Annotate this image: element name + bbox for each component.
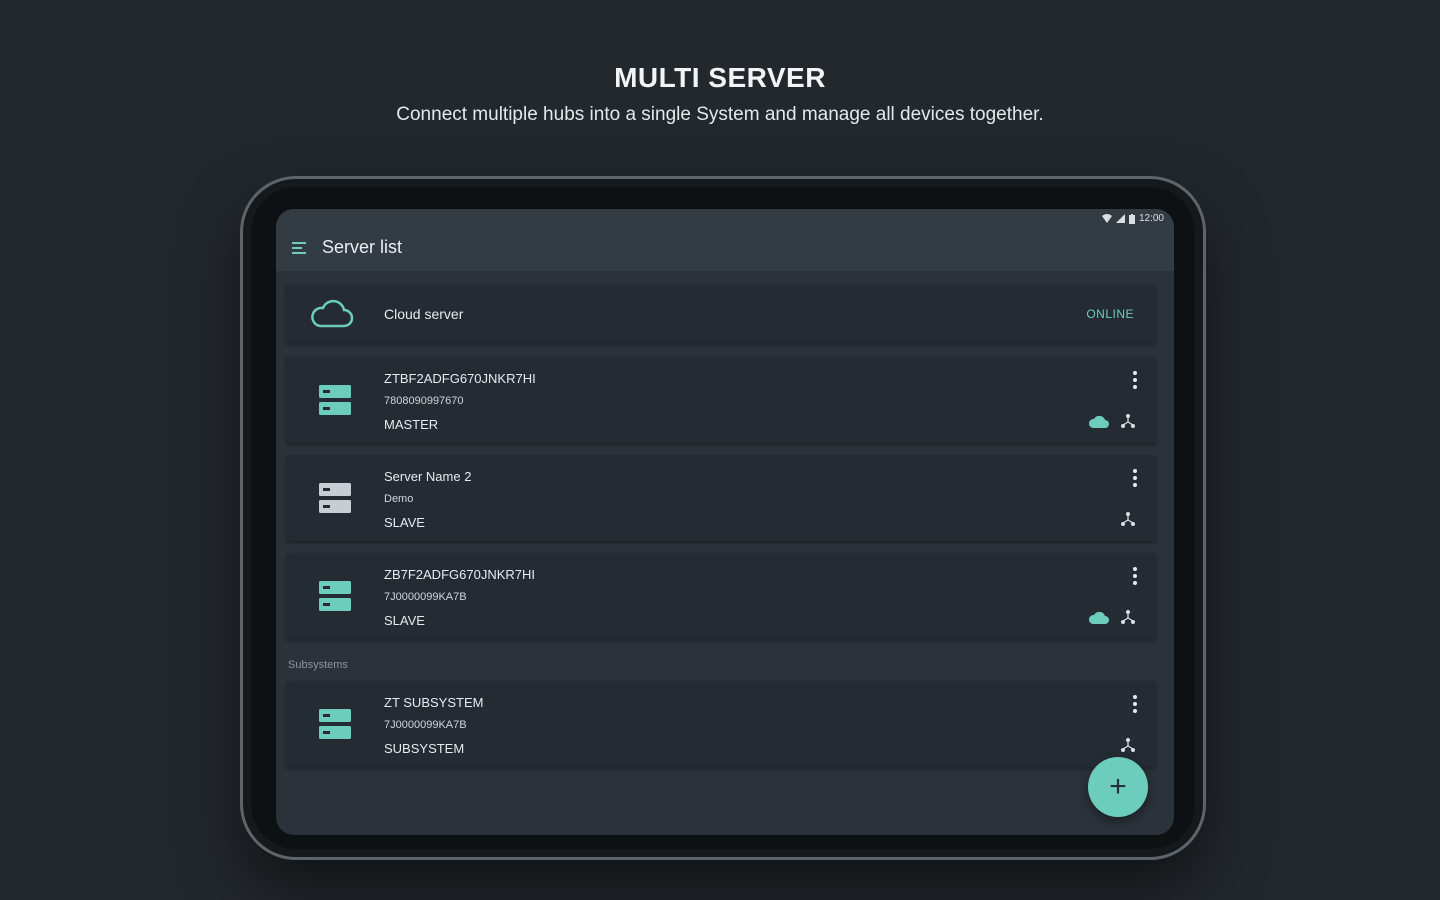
- server-id: 7J0000099KA7B: [384, 591, 467, 603]
- app-bar: 12:00 Server list: [276, 209, 1174, 271]
- subsystem-name: ZT SUBSYSTEM: [384, 695, 484, 710]
- server-icon: [319, 483, 351, 513]
- cloud-server-card[interactable]: Cloud server ONLINE: [286, 285, 1156, 343]
- battery-icon: [1128, 213, 1135, 224]
- page-title: Server list: [322, 237, 403, 257]
- status-time: 12:00: [1138, 213, 1164, 224]
- signal-icon: [1115, 214, 1125, 223]
- server-row[interactable]: Server Name 2 Demo SLAVE: [286, 455, 1156, 541]
- server-name: ZTBF2ADFG670JNKR7HI: [384, 371, 536, 386]
- cloud-connected-icon: [1088, 415, 1109, 428]
- promo-title: MULTI SERVER: [614, 62, 826, 93]
- more-options-icon[interactable]: [1132, 695, 1138, 715]
- server-name: Server Name 2: [384, 469, 472, 484]
- wifi-icon: [1101, 214, 1112, 223]
- cloud-icon: [311, 299, 354, 328]
- network-hub-icon: [1121, 414, 1135, 428]
- status-bar: 12:00: [1101, 213, 1164, 224]
- server-icon: [319, 581, 351, 611]
- network-hub-icon: [1121, 610, 1135, 624]
- server-role: SLAVE: [384, 613, 425, 628]
- server-id: Demo: [384, 493, 414, 505]
- server-role: SLAVE: [384, 515, 425, 530]
- menu-icon[interactable]: [290, 239, 308, 257]
- subsystem-role: SUBSYSTEM: [384, 741, 465, 756]
- network-hub-icon: [1121, 738, 1135, 752]
- subsystem-id: 7J0000099KA7B: [384, 719, 467, 731]
- cloud-server-label: Cloud server: [384, 306, 464, 322]
- promo-subtitle: Connect multiple hubs into a single Syst…: [396, 104, 1044, 125]
- more-options-icon[interactable]: [1132, 469, 1138, 489]
- status-badge: ONLINE: [1086, 307, 1134, 321]
- server-id: 7808090997670: [384, 395, 464, 407]
- server-row[interactable]: ZTBF2ADFG670JNKR7HI 7808090997670 MASTER: [286, 357, 1156, 443]
- tablet-frame: 12:00 Server list Cloud server ONLINE ZT…: [240, 176, 1206, 860]
- server-row[interactable]: ZB7F2ADFG670JNKR7HI 7J0000099KA7B SLAVE: [286, 553, 1156, 639]
- server-role: MASTER: [384, 417, 439, 432]
- add-server-button[interactable]: +: [1088, 757, 1148, 817]
- server-icon: [319, 709, 351, 739]
- subsystem-row[interactable]: ZT SUBSYSTEM 7J0000099KA7B SUBSYSTEM: [286, 681, 1156, 767]
- more-options-icon[interactable]: [1132, 567, 1138, 587]
- network-hub-icon: [1121, 512, 1135, 526]
- server-icon: [319, 385, 351, 415]
- cloud-connected-icon: [1088, 611, 1109, 624]
- section-header-subsystems: Subsystems: [288, 659, 348, 671]
- more-options-icon[interactable]: [1132, 371, 1138, 391]
- server-name: ZB7F2ADFG670JNKR7HI: [384, 567, 535, 582]
- app-screen: 12:00 Server list Cloud server ONLINE ZT…: [276, 209, 1174, 835]
